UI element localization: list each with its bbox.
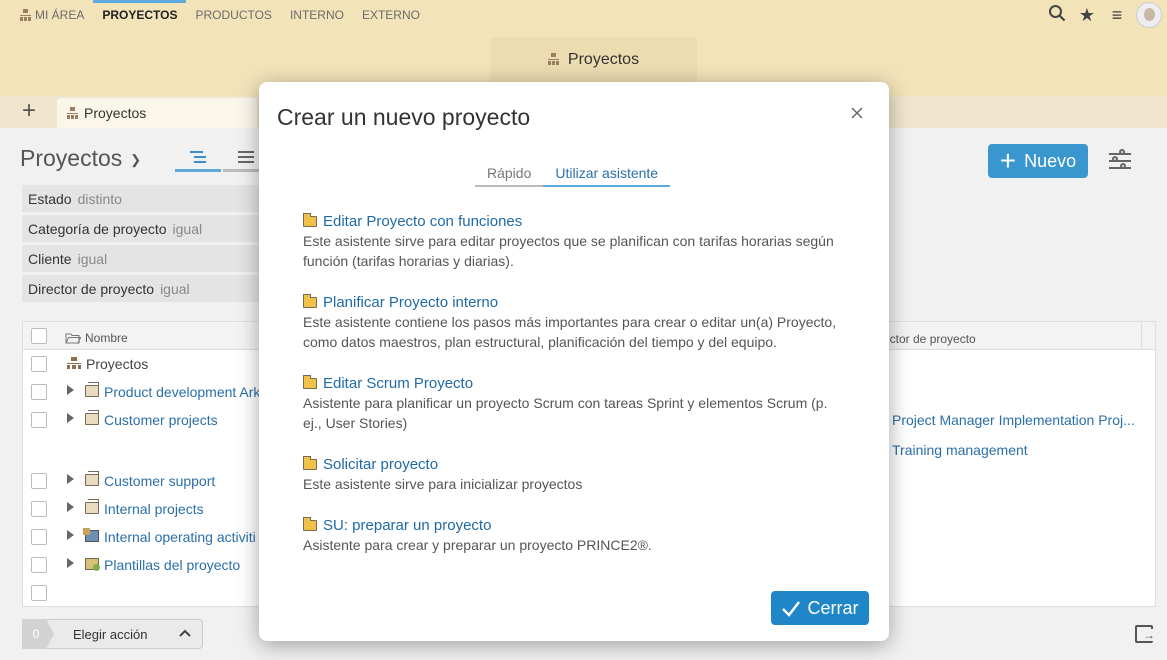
dialog-title: Crear un nuevo proyecto [277, 104, 531, 130]
folder-icon [303, 294, 317, 308]
wizard-item[interactable]: SU: preparar un proyecto Asistente para … [303, 517, 843, 555]
tab-utilizar-asistente[interactable]: Utilizar asistente [543, 160, 671, 187]
create-project-dialog: Crear un nuevo proyecto Rápido Utilizar … [259, 82, 889, 641]
wizard-title[interactable]: Solicitar proyecto [323, 456, 438, 473]
check-icon [782, 601, 801, 617]
folder-icon [303, 213, 317, 227]
wizard-item[interactable]: Solicitar proyecto Este asistente sirve … [303, 456, 843, 494]
wizard-description: Este asistente sirve para inicializar pr… [303, 476, 583, 492]
close-icon[interactable] [848, 104, 866, 122]
folder-icon [303, 517, 317, 531]
wizard-item[interactable]: Editar Scrum Proyecto Asistente para pla… [303, 375, 843, 433]
wizard-title[interactable]: Planificar Proyecto interno [323, 294, 498, 311]
tab-rapido[interactable]: Rápido [475, 160, 544, 187]
wizard-description: Este asistente sirve para editar proyect… [303, 233, 834, 269]
folder-icon [303, 375, 317, 389]
wizard-item[interactable]: Planificar Proyecto interno Este asisten… [303, 294, 843, 352]
folder-icon [303, 456, 317, 470]
wizard-description: Asistente para crear y preparar un proye… [303, 537, 652, 553]
modal-overlay: Crear un nuevo proyecto Rápido Utilizar … [0, 0, 1167, 660]
wizard-description: Este asistente contiene los pasos más im… [303, 314, 837, 350]
dialog-tabs: Rápido Utilizar asistente [475, 160, 671, 187]
wizard-title[interactable]: Editar Scrum Proyecto [323, 375, 473, 392]
wizard-title[interactable]: SU: preparar un proyecto [323, 517, 491, 534]
wizard-item[interactable]: Editar Proyecto con funciones Este asist… [303, 213, 843, 271]
wizard-description: Asistente para planificar un proyecto Sc… [303, 395, 828, 431]
close-button[interactable]: Cerrar [771, 591, 869, 625]
wizard-title[interactable]: Editar Proyecto con funciones [323, 213, 522, 230]
